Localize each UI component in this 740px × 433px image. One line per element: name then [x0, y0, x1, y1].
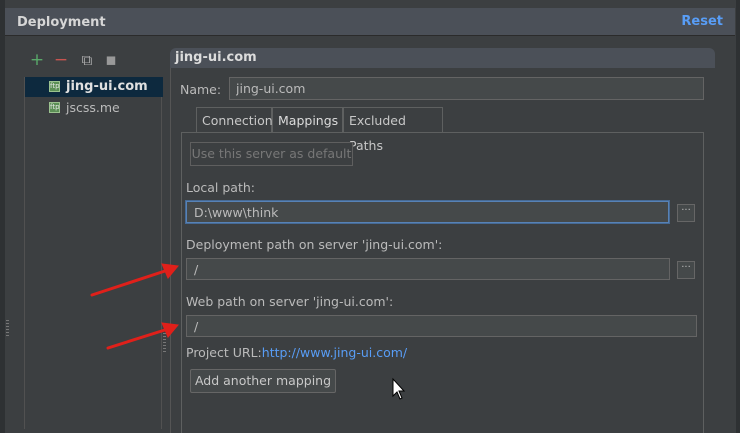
annotation-arrow-web: [106, 327, 170, 350]
annotation-arrow-deployment: [90, 268, 170, 297]
mouse-cursor-icon: [392, 377, 406, 400]
annotation-arrows: [90, 263, 406, 400]
